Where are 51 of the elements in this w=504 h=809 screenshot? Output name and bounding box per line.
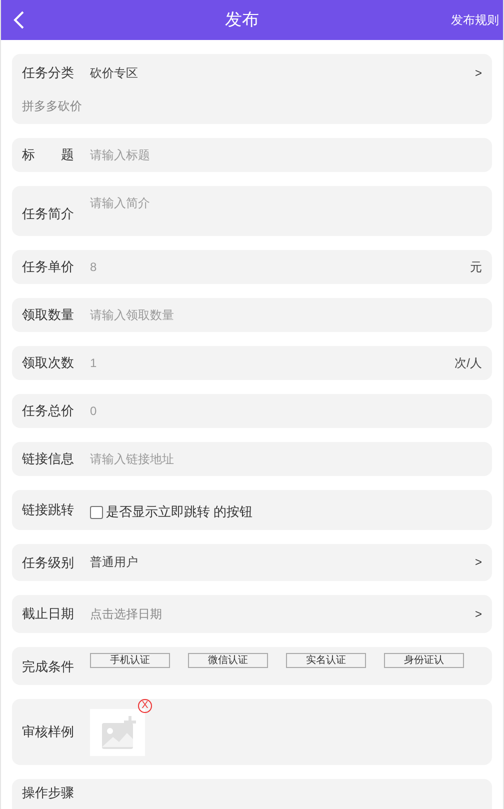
select-value: 砍价专区 — [90, 64, 139, 82]
back-icon — [13, 10, 25, 30]
input-field[interactable]: 请输入链接地址 — [90, 450, 482, 468]
input-field[interactable]: 请输入标题 — [90, 146, 482, 164]
remove-button[interactable]: X — [138, 699, 152, 713]
field-label: 领取次数 — [22, 354, 75, 372]
form-row[interactable]: 任务简介 请输入简介 — [12, 186, 492, 236]
select-row[interactable]: 任务分类 砍价专区 > 拼多多砍价 — [12, 54, 492, 124]
chevron-icon: > — [474, 556, 482, 568]
unit-label: 元 — [470, 258, 482, 276]
field-label: 任务级别 — [22, 554, 75, 572]
input-field[interactable]: 1 — [90, 354, 455, 372]
form-row[interactable]: 任务总价 0 — [12, 394, 492, 428]
page-title: 发布 — [224, 9, 260, 32]
field-label: 任务简介 — [22, 205, 75, 223]
textarea-field[interactable]: 请输入简介 — [90, 186, 482, 236]
field-label: 任务分类 — [22, 64, 75, 82]
select-row[interactable]: 截止日期 点击选择日期 > — [12, 595, 492, 632]
select-value: 普通用户 — [90, 554, 139, 572]
select-row[interactable]: 操作步骤 — [12, 778, 492, 808]
field-label: 领取数量 — [22, 306, 75, 324]
field-label: 完成条件 — [22, 658, 75, 676]
form-row[interactable]: 标 题 请输入标题 — [12, 138, 492, 172]
form-row[interactable]: 链接信息 请输入链接地址 — [12, 442, 492, 476]
input-field[interactable]: 8 — [90, 258, 470, 276]
unit-label: 次/人 — [454, 354, 482, 372]
field-label: 审核样例 — [22, 722, 75, 741]
field-label: 标 题 — [22, 146, 75, 164]
field-label: 截止日期 — [22, 605, 75, 623]
chevron-icon: > — [474, 608, 482, 620]
condition-tag[interactable]: 实名认证 — [286, 653, 366, 668]
category-note: 拼多多砍价 — [22, 98, 83, 114]
checkbox-label: 是否显示立即跳转 的按钮 — [106, 503, 253, 522]
field-label: 任务总价 — [22, 402, 75, 420]
field-label: 操作步骤 — [22, 784, 75, 802]
form-row[interactable]: 领取数量 请输入领取数量 — [12, 298, 492, 332]
select-value: 点击选择日期 — [90, 606, 163, 623]
checkbox[interactable] — [90, 506, 103, 518]
chevron-icon: > — [474, 66, 482, 79]
condition-tag[interactable]: 手机认证 — [90, 653, 170, 668]
field-label: 任务单价 — [22, 258, 75, 276]
field-label: 链接信息 — [22, 450, 75, 468]
rules-link[interactable]: 发布规则 — [451, 11, 499, 29]
input-field[interactable]: 0 — [90, 402, 482, 420]
form-row[interactable]: 任务单价 8 元 — [12, 250, 492, 284]
condition-tag[interactable]: 微信认证 — [188, 653, 268, 668]
form-row[interactable]: 领取次数 1 次/人 — [12, 346, 492, 380]
select-row[interactable]: 任务级别 普通用户 > — [12, 544, 492, 581]
condition-tag[interactable]: 身份证认 — [384, 653, 464, 668]
field-label: 链接跳转 — [22, 500, 75, 518]
input-field[interactable]: 请输入领取数量 — [90, 306, 482, 324]
